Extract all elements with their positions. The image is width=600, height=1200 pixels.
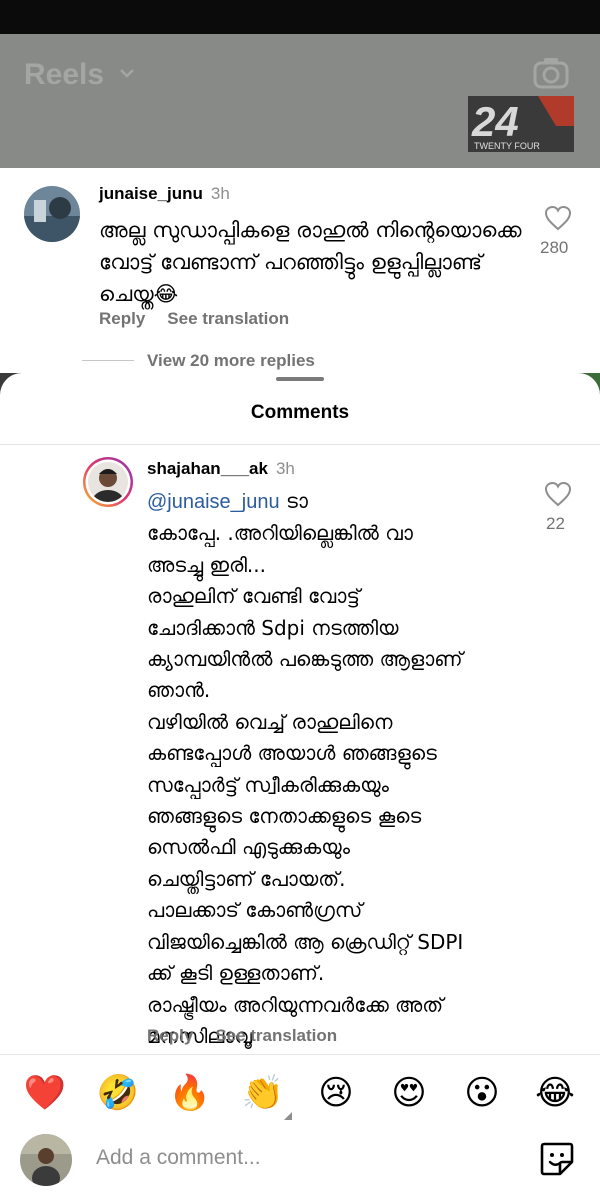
avatar[interactable]	[20, 1134, 72, 1186]
timestamp: 3h	[275, 459, 295, 478]
divider	[0, 444, 600, 445]
emoji-fire-button[interactable]: 🔥	[165, 1068, 215, 1118]
sheet-title: Comments	[250, 402, 350, 423]
see-translation-button[interactable]: See translation	[215, 1026, 337, 1045]
emoji-joy-button[interactable]: 😂	[530, 1068, 580, 1118]
like-count: 280	[540, 238, 569, 257]
comment-header: junaise_junu 3h	[99, 184, 230, 204]
skin-tone-indicator	[284, 1112, 292, 1120]
avatar[interactable]	[24, 186, 80, 242]
reply-button[interactable]: Reply	[147, 1026, 193, 1045]
emoji-reaction-bar: ❤️ 🤣 🔥 👏 😢 😍 😮 😂	[0, 1068, 600, 1118]
heart-icon[interactable]	[544, 481, 572, 507]
avatar[interactable]	[82, 456, 134, 508]
logo-subtitle: TWENTY FOUR	[474, 141, 540, 151]
chevron-down-icon[interactable]	[118, 64, 136, 82]
divider-line	[82, 360, 134, 361]
drag-handle[interactable]	[276, 377, 324, 381]
emoji-surprised-button[interactable]: 😮	[457, 1068, 507, 1118]
comment-input[interactable]: Add a comment...	[96, 1146, 261, 1170]
username[interactable]: shajahan___ak	[147, 459, 268, 478]
reels-title[interactable]: Reels	[24, 58, 104, 92]
emoji-heart-button[interactable]: ❤️	[20, 1068, 70, 1118]
channel-logo: 24 TWENTY FOUR	[468, 96, 574, 152]
emoji-heart-eyes-button[interactable]: 😍	[384, 1068, 434, 1118]
mention-link[interactable]: @junaise_junu	[147, 491, 280, 513]
reply-button[interactable]: Reply	[99, 309, 145, 328]
like-count: 22	[546, 514, 565, 533]
status-bar	[0, 0, 600, 34]
reply-actions: Reply See translation	[147, 1026, 359, 1046]
emoji-rofl-button[interactable]: 🤣	[93, 1068, 143, 1118]
see-translation-button[interactable]: See translation	[167, 309, 289, 328]
emoji-crying-button[interactable]: 😢	[311, 1068, 361, 1118]
sticker-icon[interactable]	[538, 1140, 576, 1178]
reel-video-dimmed: Reels 24 TWENTY FOUR	[0, 34, 600, 168]
timestamp: 3h	[210, 184, 230, 203]
reply-body: ടാ കോപ്പേ. .അറിയില്ലെങ്കിൽ വാ അടച്ചു ഇരി…	[147, 489, 464, 1048]
logo-24-text: 24	[471, 98, 519, 145]
camera-icon[interactable]	[532, 56, 570, 90]
comment-text: അല്ല സുഡാപ്പികളെ രാഹുൽ നിന്റെയൊക്കെ വോട്…	[99, 218, 522, 306]
heart-icon[interactable]	[544, 205, 572, 231]
comment-header: shajahan___ak 3h	[147, 459, 295, 479]
reply-text: @junaise_junu ടാ കോപ്പേ. .അറിയില്ലെങ്കിൽ…	[147, 486, 527, 1052]
username[interactable]: junaise_junu	[99, 184, 203, 203]
divider	[0, 1054, 600, 1055]
emoji-clap-button[interactable]: 👏	[238, 1068, 288, 1118]
view-more-replies-button[interactable]: View 20 more replies	[147, 351, 315, 371]
comment-actions: Reply See translation	[99, 309, 311, 329]
